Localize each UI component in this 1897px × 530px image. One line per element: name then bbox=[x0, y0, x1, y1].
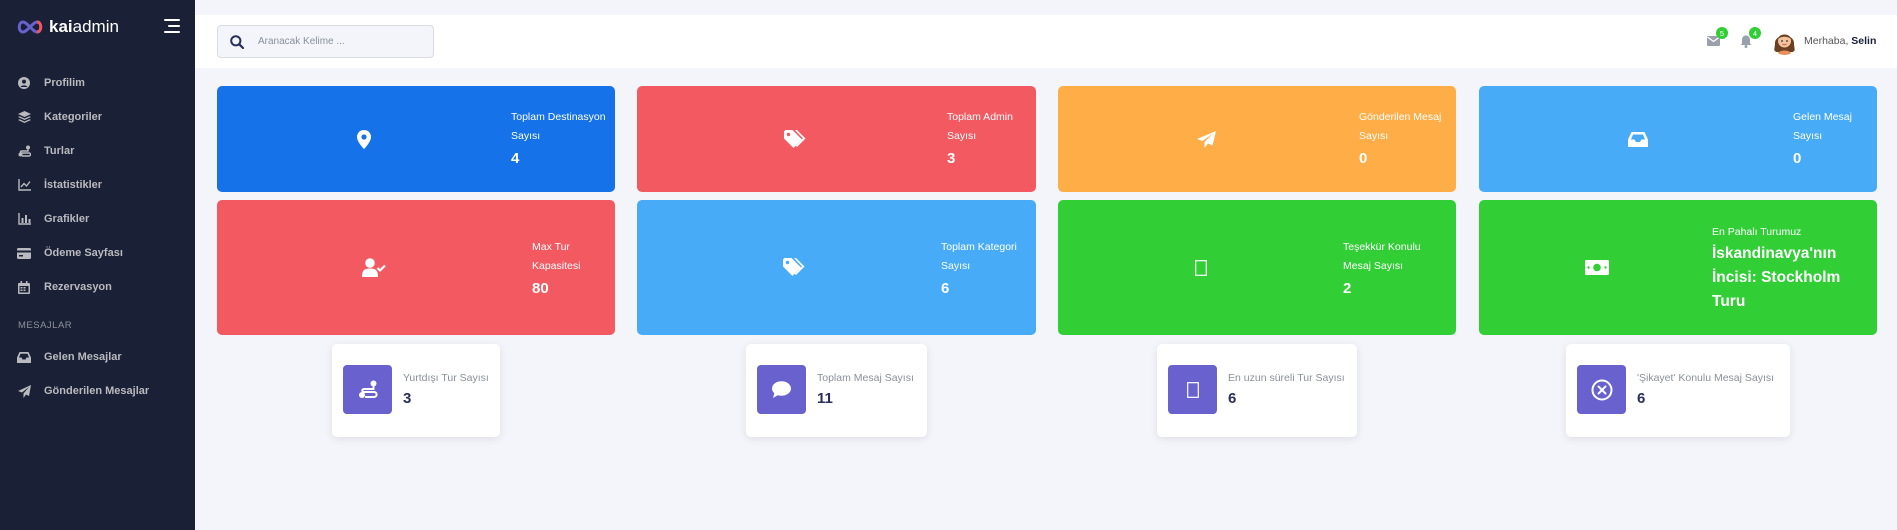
sidebar-item-label: Ödeme Sayfası bbox=[44, 247, 123, 259]
stat-card-value: İskandinavya'nın İncisi: Stockholm Turu bbox=[1712, 245, 1841, 310]
tags-icon bbox=[637, 86, 955, 192]
sidebar-item-label: Gönderilen Mesajlar bbox=[44, 385, 150, 397]
sidebar-item-gelen-mesajlar[interactable]: Gelen Mesajlar bbox=[0, 340, 195, 374]
stat-card-title: Gönderilen Mesaj Sayısı bbox=[1359, 111, 1442, 142]
mini-card-value: 11 bbox=[817, 390, 833, 407]
brand-name: kaiadmin bbox=[49, 17, 119, 36]
stat-card-value: 80 bbox=[532, 280, 549, 297]
messages-button[interactable]: 5 bbox=[1705, 27, 1728, 49]
stat-card-admins: Toplam Admin Sayısı 3 bbox=[637, 86, 1036, 192]
user-check-icon bbox=[217, 200, 531, 335]
stat-card-title: Max Tur Kapasitesi bbox=[532, 241, 581, 272]
credit-card-icon bbox=[17, 246, 31, 260]
stat-card-title: Toplam Kategori Sayısı bbox=[941, 241, 1017, 272]
mini-card-label: En uzun süreli Tur Sayısı bbox=[1228, 372, 1345, 384]
mini-card-total-messages: Toplam Mesaj Sayısı 11 bbox=[746, 344, 927, 437]
route-icon bbox=[343, 365, 392, 414]
missing-glyph-icon bbox=[1058, 200, 1343, 335]
stat-card-value: 3 bbox=[947, 150, 956, 167]
mini-card-value: 6 bbox=[1228, 390, 1237, 407]
mini-card-label: Yurtdışı Tur Sayısı bbox=[403, 372, 489, 384]
sidebar-item-odeme-sayfasi[interactable]: Ödeme Sayfası bbox=[0, 236, 195, 270]
sidebar-item-label: Rezervasyon bbox=[44, 281, 112, 293]
sidebar-item-profilim[interactable]: Profilim bbox=[0, 66, 195, 100]
sidebar-item-kategoriler[interactable]: Kategoriler bbox=[0, 100, 195, 134]
stat-card-title: Toplam Destinasyon Sayısı bbox=[511, 111, 606, 142]
stat-card-title: Gelen Mesaj Sayısı bbox=[1793, 111, 1852, 142]
comment-icon bbox=[757, 365, 806, 414]
stat-card-thanks-messages: Teşekkür Konulu Mesaj Sayısı 2 bbox=[1058, 200, 1456, 335]
stat-card-title: Toplam Admin Sayısı bbox=[947, 111, 1013, 142]
inbox-icon bbox=[1479, 86, 1796, 192]
user-circle-icon bbox=[17, 76, 31, 90]
notifications-button[interactable]: 4 bbox=[1738, 27, 1761, 49]
avatar[interactable] bbox=[1771, 28, 1798, 55]
mini-card-value: 6 bbox=[1637, 390, 1646, 407]
line-chart-icon bbox=[17, 178, 31, 192]
search-input[interactable] bbox=[258, 36, 408, 47]
stat-card-value: 2 bbox=[1343, 280, 1352, 297]
greeting-text: Merhaba, bbox=[1804, 35, 1849, 47]
messages-badge: 5 bbox=[1716, 27, 1728, 39]
stat-card-value: 0 bbox=[1359, 150, 1368, 167]
missing-glyph-icon bbox=[1168, 365, 1217, 414]
stat-card-value: 4 bbox=[511, 150, 520, 167]
layers-icon bbox=[17, 110, 31, 124]
mini-card-value: 3 bbox=[403, 390, 412, 407]
map-marker-icon bbox=[217, 86, 511, 192]
sidebar-item-turlar[interactable]: Turlar bbox=[0, 134, 195, 168]
bar-chart-icon bbox=[17, 212, 31, 226]
route-icon bbox=[17, 144, 31, 158]
search-box bbox=[217, 25, 434, 58]
stat-card-received-messages: Gelen Mesaj Sayısı 0 bbox=[1479, 86, 1877, 192]
times-circle-icon bbox=[1577, 365, 1626, 414]
logo[interactable]: kaiadmin bbox=[15, 16, 119, 38]
notifications-badge: 4 bbox=[1749, 27, 1761, 39]
sidebar: kaiadmin Profilim Kategoriler Turlar İst… bbox=[0, 0, 195, 530]
mini-card-longest-tours: En uzun süreli Tur Sayısı 6 bbox=[1157, 344, 1357, 437]
stat-card-sent-messages: Gönderilen Mesaj Sayısı 0 bbox=[1058, 86, 1456, 192]
calendar-icon bbox=[17, 280, 31, 294]
mini-card-label: 'Şikayet' Konulu Mesaj Sayısı bbox=[1637, 372, 1775, 384]
stat-card-categories: Toplam Kategori Sayısı 6 bbox=[637, 200, 1036, 335]
stat-card-value: 6 bbox=[941, 280, 950, 297]
paper-plane-icon bbox=[17, 384, 31, 398]
sidebar-item-istatistikler[interactable]: İstatistikler bbox=[0, 168, 195, 202]
inbox-icon bbox=[17, 350, 31, 364]
sidebar-item-label: Kategoriler bbox=[44, 111, 103, 123]
sidebar-item-gonderilen-mesajlar[interactable]: Gönderilen Mesajlar bbox=[0, 374, 195, 408]
search-icon[interactable] bbox=[230, 34, 244, 49]
stat-card-value: 0 bbox=[1793, 150, 1802, 167]
tags-icon bbox=[637, 200, 952, 335]
sidebar-item-label: Turlar bbox=[44, 145, 75, 157]
sidebar-item-label: Profilim bbox=[44, 77, 85, 89]
paper-plane-icon bbox=[1058, 86, 1355, 192]
stat-card-most-expensive-tour: En Pahalı Turumuz İskandinavya'nın İncis… bbox=[1479, 200, 1877, 335]
sidebar-item-grafikler[interactable]: Grafikler bbox=[0, 202, 195, 236]
user-greeting[interactable]: Merhaba, Selin bbox=[1804, 35, 1876, 47]
user-name: Selin bbox=[1851, 35, 1877, 47]
stat-card-title: Teşekkür Konulu Mesaj Sayısı bbox=[1343, 241, 1421, 272]
money-bill-icon bbox=[1479, 200, 1715, 335]
sidebar-section-title: MESAJLAR bbox=[18, 320, 73, 331]
mini-card-complaint-messages: 'Şikayet' Konulu Mesaj Sayısı 6 bbox=[1566, 344, 1790, 437]
stat-card-max-capacity: Max Tur Kapasitesi 80 bbox=[217, 200, 615, 335]
mini-card-label: Toplam Mesaj Sayısı bbox=[817, 372, 914, 384]
sidebar-item-label: Gelen Mesajlar bbox=[44, 351, 122, 363]
top-navbar: 5 4 Merhaba, Selin bbox=[195, 15, 1897, 68]
stat-card-title: En Pahalı Turumuz bbox=[1712, 226, 1802, 238]
sidebar-item-label: İstatistikler bbox=[44, 179, 103, 191]
sidebar-item-label: Grafikler bbox=[44, 213, 90, 225]
sidebar-item-rezervasyon[interactable]: Rezervasyon bbox=[0, 270, 195, 304]
mini-card-abroad-tours: Yurtdışı Tur Sayısı 3 bbox=[332, 344, 500, 437]
stat-card-destinations: Toplam Destinasyon Sayısı 4 bbox=[217, 86, 615, 192]
infinity-logo-icon bbox=[17, 20, 43, 34]
menu-toggle-icon[interactable] bbox=[164, 19, 180, 33]
